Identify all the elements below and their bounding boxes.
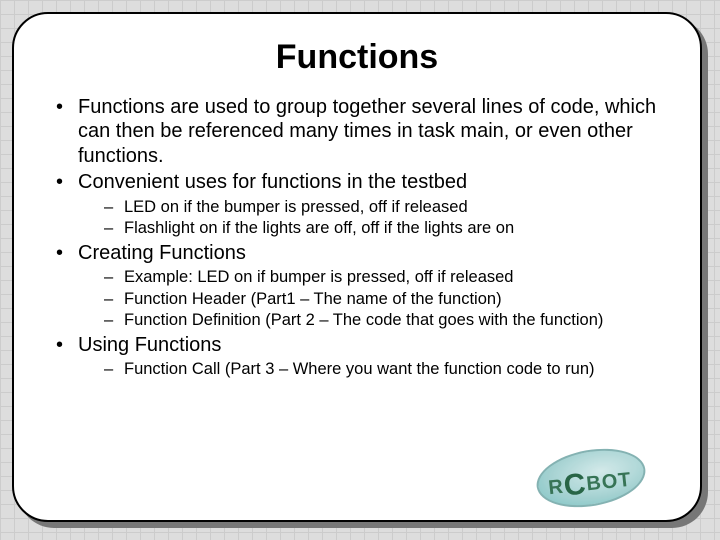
sub-item: Example: LED on if bumper is pressed, of… bbox=[102, 267, 662, 288]
slide-frame: Functions Functions are used to group to… bbox=[12, 12, 702, 522]
sub-item: Flashlight on if the lights are off, off… bbox=[102, 218, 662, 239]
bullet-item: Convenient uses for functions in the tes… bbox=[52, 170, 662, 239]
logo-letter: BOT bbox=[585, 469, 632, 496]
bullet-text: Creating Functions bbox=[78, 242, 246, 264]
bullet-list: Functions are used to group together sev… bbox=[52, 95, 662, 380]
sub-list: LED on if the bumper is pressed, off if … bbox=[78, 197, 662, 239]
sub-item: LED on if the bumper is pressed, off if … bbox=[102, 197, 662, 218]
sub-item: Function Definition (Part 2 – The code t… bbox=[102, 310, 662, 331]
sub-list: Example: LED on if bumper is pressed, of… bbox=[78, 267, 662, 331]
bullet-text: Using Functions bbox=[78, 334, 221, 356]
sub-list: Function Call (Part 3 – Where you want t… bbox=[78, 359, 662, 380]
sub-item: Function Header (Part1 – The name of the… bbox=[102, 289, 662, 310]
bullet-item: Using Functions Function Call (Part 3 – … bbox=[52, 333, 662, 380]
sub-item: Function Call (Part 3 – Where you want t… bbox=[102, 359, 662, 380]
slide-title: Functions bbox=[52, 38, 662, 77]
bullet-text: Convenient uses for functions in the tes… bbox=[78, 171, 467, 193]
bullet-item: Functions are used to group together sev… bbox=[52, 95, 662, 168]
logo-icon: RCBOT bbox=[536, 450, 646, 506]
logo-letter-big: C bbox=[562, 467, 588, 503]
bullet-text: Functions are used to group together sev… bbox=[78, 96, 656, 167]
bullet-item: Creating Functions Example: LED on if bu… bbox=[52, 241, 662, 331]
